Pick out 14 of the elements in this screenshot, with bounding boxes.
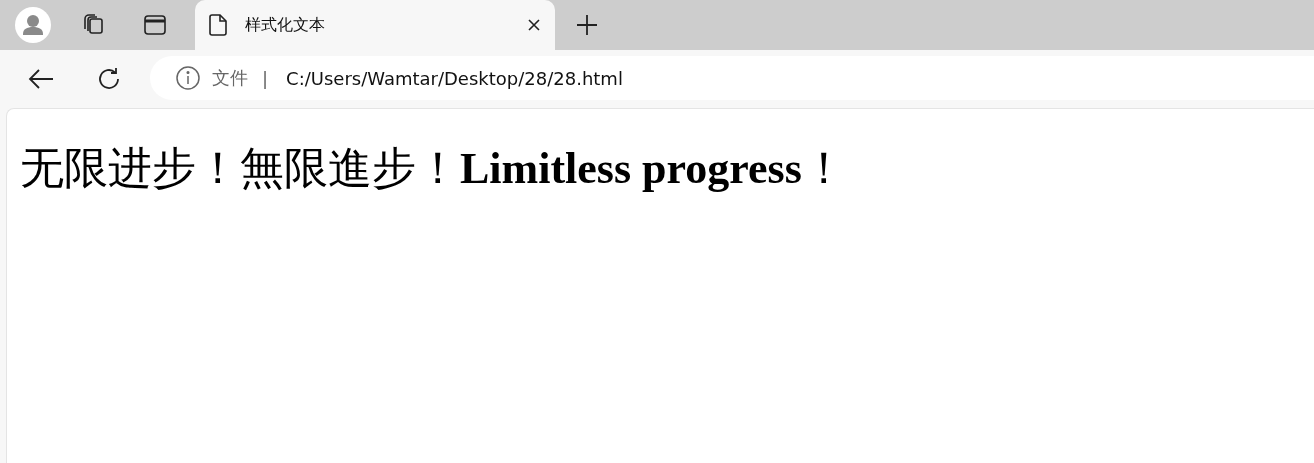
browser-tab[interactable]: 样式化文本 [195,0,555,50]
profile-icon[interactable] [15,7,51,43]
new-tab-icon[interactable] [576,14,598,36]
scheme-label: 文件 [212,66,248,90]
close-icon[interactable] [527,18,541,32]
back-icon[interactable] [28,68,54,90]
info-icon[interactable] [176,66,200,90]
address-bar[interactable]: 文件 | C:/Users/Wamtar/Desktop/28/28.html [150,56,1314,100]
separator: | [262,67,269,89]
document-icon [209,14,227,36]
refresh-icon[interactable] [96,66,122,92]
page-heading: 无限进步！無限進步！Limitless progress！ [20,143,847,195]
url-text: C:/Users/Wamtar/Desktop/28/28.html [286,67,623,89]
sidebar-icon[interactable] [143,13,167,37]
